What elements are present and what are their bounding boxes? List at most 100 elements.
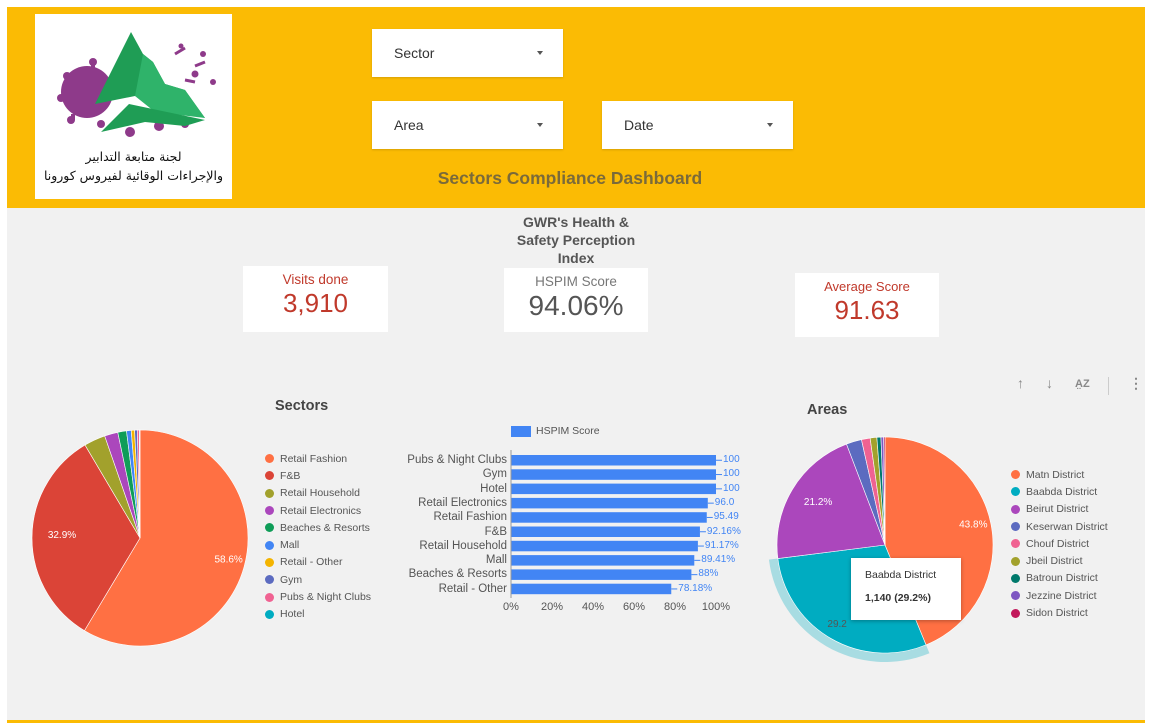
legend-label: Jezzine District <box>1026 589 1097 602</box>
legend-item[interactable]: Gym <box>265 571 371 588</box>
legend-dot-icon <box>265 488 274 498</box>
bar-value-label: 100 <box>723 482 740 494</box>
legend-label: Baabda District <box>1026 485 1098 498</box>
bar-category-label: Retail Electronics <box>418 496 507 509</box>
legend-dot-icon <box>1011 522 1020 532</box>
pie-slice-label: 43.8% <box>959 520 987 531</box>
sectors-pie-chart: 58.6% 32.9% <box>31 429 249 647</box>
tooltip-label: Baabda District <box>865 569 937 581</box>
areas-pie-chart: 43.8% 29.2 21.2% <box>768 436 994 662</box>
legend-item[interactable]: Chouf District <box>1011 535 1108 552</box>
legend-dot-icon <box>1011 504 1020 514</box>
legend-label: Retail Electronics <box>280 504 362 517</box>
bar[interactable] <box>511 583 672 595</box>
more-options-icon[interactable]: ⋮ <box>1129 375 1143 392</box>
hspim-value: 94.06% <box>528 290 624 321</box>
bar[interactable] <box>511 455 716 466</box>
bar[interactable] <box>511 526 700 538</box>
pie-slice-label: 58.6% <box>214 555 242 566</box>
sort-az-icon[interactable]: A̤Z <box>1075 378 1090 390</box>
bar-value-label: 92.16% <box>706 525 741 537</box>
legend-dot-icon <box>1011 591 1020 601</box>
legend-item[interactable]: Beirut District <box>1011 501 1108 518</box>
bar-value-label: 96.0 <box>714 496 735 508</box>
logo-text-line2: والإجراءات الوقائية لفيروس كورونا <box>43 168 224 183</box>
bar[interactable] <box>511 512 707 523</box>
sector-filter-dropdown[interactable]: Sector <box>372 29 563 77</box>
legend-dot-icon <box>1011 539 1020 549</box>
chevron-down-icon <box>767 123 773 127</box>
bar-x-tick-label: 20% <box>540 601 564 613</box>
date-filter-label: Date <box>624 117 654 133</box>
visits-value: 3,910 <box>282 288 349 318</box>
sort-ascending-icon[interactable]: ↑ <box>1017 375 1024 391</box>
bar-x-tick-label: 0% <box>503 601 519 613</box>
legend-label: Sidon District <box>1026 607 1088 620</box>
legend-item[interactable]: Jezzine District <box>1011 587 1108 604</box>
index-title: GWR's Health & Safety Perception Index <box>500 213 652 267</box>
dashboard-title: Sectors Compliance Dashboard <box>437 168 703 188</box>
bar[interactable] <box>511 469 716 480</box>
visits-card: Visits done 3,910 <box>243 266 388 332</box>
legend-dot-icon <box>1011 470 1020 480</box>
bar[interactable] <box>511 483 716 495</box>
index-title-line: GWR's Health & <box>522 214 629 230</box>
cedar-virus-logo-icon <box>57 32 216 137</box>
bar[interactable] <box>511 569 692 580</box>
legend-item[interactable]: F&B <box>265 467 371 484</box>
legend-label: Beirut District <box>1026 503 1089 516</box>
date-filter-dropdown[interactable]: Date <box>602 101 793 149</box>
legend-item[interactable]: Jbeil District <box>1011 552 1108 569</box>
sectors-legend: Retail Fashion F&B Retail Household Retail … <box>265 450 371 623</box>
legend-item[interactable]: Pubs & Night Clubs <box>265 588 371 605</box>
bar[interactable] <box>511 555 695 566</box>
legend-item[interactable]: Retail Electronics <box>265 502 371 519</box>
legend-dot-icon <box>265 557 274 567</box>
legend-label: Jbeil District <box>1026 555 1083 568</box>
hspim-label: HSPIM Score <box>535 274 617 289</box>
area-filter-dropdown[interactable]: Area <box>372 101 563 149</box>
bar-value-label: 100 <box>723 454 740 465</box>
committee-logo: لجنة متابعة التدابير والإجراءات الوقائية… <box>35 14 232 199</box>
bar-category-label: Pubs & Night Clubs <box>407 454 507 466</box>
tooltip-value: 1,140 (29.2%) <box>865 592 931 604</box>
legend-label: Retail Fashion <box>280 452 348 465</box>
pie-slice-label: 32.9% <box>48 530 76 541</box>
legend-item[interactable]: Batroun District <box>1011 570 1108 587</box>
legend-item[interactable]: Keserwan District <box>1011 518 1108 535</box>
bar-value-label: 100 <box>723 468 740 480</box>
toolbar-divider <box>1108 377 1109 395</box>
bottom-divider <box>7 720 1145 723</box>
legend-item[interactable]: Retail Household <box>265 485 371 502</box>
legend-label: Gym <box>280 573 303 586</box>
bar-category-label: F&B <box>484 525 507 538</box>
legend-item[interactable]: Sidon District <box>1011 604 1108 621</box>
area-filter-label: Area <box>394 117 424 133</box>
sort-descending-icon[interactable]: ↓ <box>1046 375 1053 391</box>
visits-label: Visits done <box>282 272 349 287</box>
legend-item[interactable]: Retail - Other <box>265 554 371 571</box>
legend-label: Retail - Other <box>280 556 343 569</box>
bar-x-tick-label: 60% <box>622 601 646 613</box>
bar[interactable] <box>511 497 708 509</box>
legend-dot-icon <box>1011 573 1020 583</box>
bar-category-label: Retail - Other <box>438 582 507 595</box>
legend-label: F&B <box>280 469 301 482</box>
sector-filter-label: Sector <box>394 45 435 61</box>
legend-item[interactable]: Hotel <box>265 606 371 623</box>
bar-category-label: Mall <box>485 554 507 567</box>
legend-item[interactable]: Retail Fashion <box>265 450 371 467</box>
legend-item[interactable]: Matn District <box>1011 466 1108 483</box>
legend-item[interactable]: Baabda District <box>1011 483 1108 500</box>
average-card: Average Score 91.63 <box>795 273 939 337</box>
legend-item[interactable]: Mall <box>265 536 371 553</box>
average-value: 91.63 <box>834 295 900 325</box>
legend-item[interactable]: Beaches & Resorts <box>265 519 371 536</box>
bar-value-label: 91.17% <box>704 539 739 551</box>
legend-label: Pubs & Night Clubs <box>280 591 372 604</box>
legend-dot-icon <box>265 471 274 481</box>
bar-legend-label: HSPIM Score <box>536 425 600 437</box>
bar-category-label: Hotel <box>480 482 507 495</box>
bar[interactable] <box>511 540 698 552</box>
legend-dot-icon <box>265 454 274 464</box>
